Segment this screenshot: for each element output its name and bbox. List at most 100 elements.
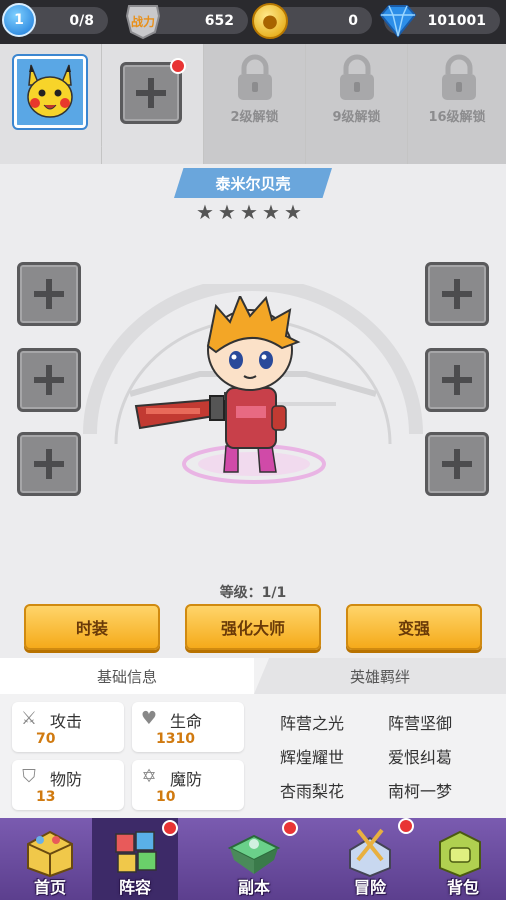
player-level: 1	[14, 12, 24, 28]
gold-value: 0	[348, 12, 358, 29]
hero-name-text: 泰米尔贝壳	[215, 174, 291, 193]
strengthen-button[interactable]: 变强	[346, 604, 482, 650]
nav-label: 阵容	[118, 878, 151, 897]
shield-icon: ⛉	[22, 766, 36, 787]
dungeon-island-icon	[227, 834, 281, 874]
resource-bar: 0/8 1 652 战力 0 ● 101001	[0, 0, 506, 44]
hero-detail-area: 泰米尔贝壳 ★ ★ ★ ★ ★ 等级：1/1 时装 强化大师 变强	[0, 146, 506, 658]
stat-name: 物防	[50, 770, 83, 789]
stat-value: 1310	[156, 731, 195, 747]
equip-slot-right-2[interactable]	[425, 348, 489, 412]
star-icon: ★	[262, 200, 280, 224]
tab-base-info[interactable]: 基础信息	[0, 658, 254, 694]
stat-name: 攻击	[50, 712, 83, 731]
pikachu-portrait-icon[interactable]	[14, 56, 86, 128]
plus-icon	[34, 365, 64, 395]
unlock-label: 9级解锁	[332, 110, 381, 125]
bottom-nav: 首页 阵容 副本 冒险 背包	[0, 818, 506, 900]
home-gamepad-icon	[27, 830, 73, 878]
stat-name: 魔防	[170, 770, 203, 789]
diamond-value: 101001	[427, 12, 486, 29]
tab-bond-label: 英雄羁绊	[349, 667, 410, 686]
enhance-master-label: 强化大师	[220, 619, 285, 638]
tab-hero-bond[interactable]: 英雄羁绊	[254, 658, 506, 694]
power-label: 战力	[131, 14, 155, 29]
plus-icon	[442, 449, 472, 479]
heart-icon: ♥	[140, 708, 158, 729]
lock-icon	[340, 54, 374, 100]
plus-icon	[442, 279, 472, 309]
star-icon: ★	[218, 200, 236, 224]
hero-info-panel: 基础信息 英雄羁绊 ⚔ 攻击 70 ♥ 生命 1310 ⛉ 物防 13 ✡ 魔防…	[0, 658, 506, 818]
gold-coin-icon: ●	[252, 3, 288, 39]
lock-icon	[442, 54, 476, 100]
hexagram-icon: ✡	[141, 766, 157, 787]
stat-magic-defense: ✡ 魔防 10	[132, 760, 244, 810]
hero-level: 等级：1/1	[219, 585, 287, 601]
plus-icon	[34, 279, 64, 309]
notification-dot	[282, 820, 298, 836]
stat-attack: ⚔ 攻击 70	[12, 702, 124, 752]
adventure-swords-icon	[349, 828, 391, 878]
plus-icon	[136, 78, 166, 108]
hero-name: 泰米尔贝壳	[174, 168, 332, 198]
stat-hp: ♥ 生命 1310	[132, 702, 244, 752]
lock-icon	[238, 54, 272, 100]
plus-icon	[442, 365, 472, 395]
nav-home[interactable]: 首页	[0, 818, 100, 900]
stat-physical-defense: ⛉ 物防 13	[12, 760, 124, 810]
sword-icon: ⚔	[20, 708, 38, 729]
nav-label: 冒险	[353, 878, 386, 897]
player-level-icon[interactable]: 1	[2, 3, 36, 37]
stat-value: 70	[36, 731, 56, 747]
stamina-value: 0/8	[69, 12, 94, 29]
hero-character-sprite[interactable]	[126, 296, 346, 496]
notification-dot	[398, 818, 414, 834]
locked-slot-3[interactable]: 16级解锁	[408, 44, 506, 164]
equip-slot-right-3[interactable]	[425, 432, 489, 496]
bond-item[interactable]: 辉煌耀世	[280, 744, 344, 768]
fashion-button[interactable]: 时装	[24, 604, 160, 650]
hero-slot-2[interactable]	[102, 44, 204, 164]
nav-dungeon[interactable]: 副本	[204, 818, 304, 900]
stat-value: 10	[156, 789, 176, 805]
strengthen-button-label: 变强	[397, 619, 430, 638]
enhance-master-button[interactable]: 强化大师	[185, 604, 321, 650]
plus-icon	[34, 449, 64, 479]
lineup-cube-icon	[115, 831, 157, 873]
notification-dot	[170, 58, 186, 74]
bond-item[interactable]: 南柯一梦	[388, 778, 452, 802]
nav-label: 副本	[237, 878, 270, 897]
nav-label: 首页	[33, 878, 66, 897]
unlock-label: 2级解锁	[230, 110, 279, 125]
equip-slot-left-3[interactable]	[17, 432, 81, 496]
star-icon: ★	[284, 200, 302, 224]
backpack-icon	[439, 830, 481, 878]
notification-dot	[162, 820, 178, 836]
locked-slot-1[interactable]: 2级解锁	[204, 44, 306, 164]
selected-slot-indicator	[0, 146, 102, 164]
locked-slot-2[interactable]: 9级解锁	[306, 44, 408, 164]
bond-item[interactable]: 阵营坚御	[388, 710, 452, 734]
nav-adventure[interactable]: 冒险	[320, 818, 420, 900]
hero-star-rating: ★ ★ ★ ★ ★	[196, 202, 304, 222]
equip-slot-left-1[interactable]	[17, 262, 81, 326]
star-icon: ★	[196, 200, 214, 224]
equip-slot-right-1[interactable]	[425, 262, 489, 326]
fashion-button-label: 时装	[75, 619, 108, 638]
bond-item[interactable]: 爱恨纠葛	[388, 744, 452, 768]
nav-backpack[interactable]: 背包	[420, 818, 506, 900]
diamond-icon	[379, 5, 417, 38]
star-icon: ★	[240, 200, 258, 224]
bond-item[interactable]: 杏雨梨花	[280, 778, 344, 802]
tab-base-label: 基础信息	[96, 667, 157, 686]
nav-label: 背包	[446, 878, 479, 897]
stat-name: 生命	[170, 712, 203, 731]
unlock-label: 16级解锁	[428, 110, 486, 125]
stat-value: 13	[36, 789, 56, 805]
equip-slot-left-2[interactable]	[17, 348, 81, 412]
nav-lineup[interactable]: 阵容	[92, 818, 178, 900]
power-badge-icon: 战力	[125, 5, 161, 40]
bond-item[interactable]: 阵营之光	[280, 710, 344, 734]
power-value: 652	[204, 12, 234, 29]
